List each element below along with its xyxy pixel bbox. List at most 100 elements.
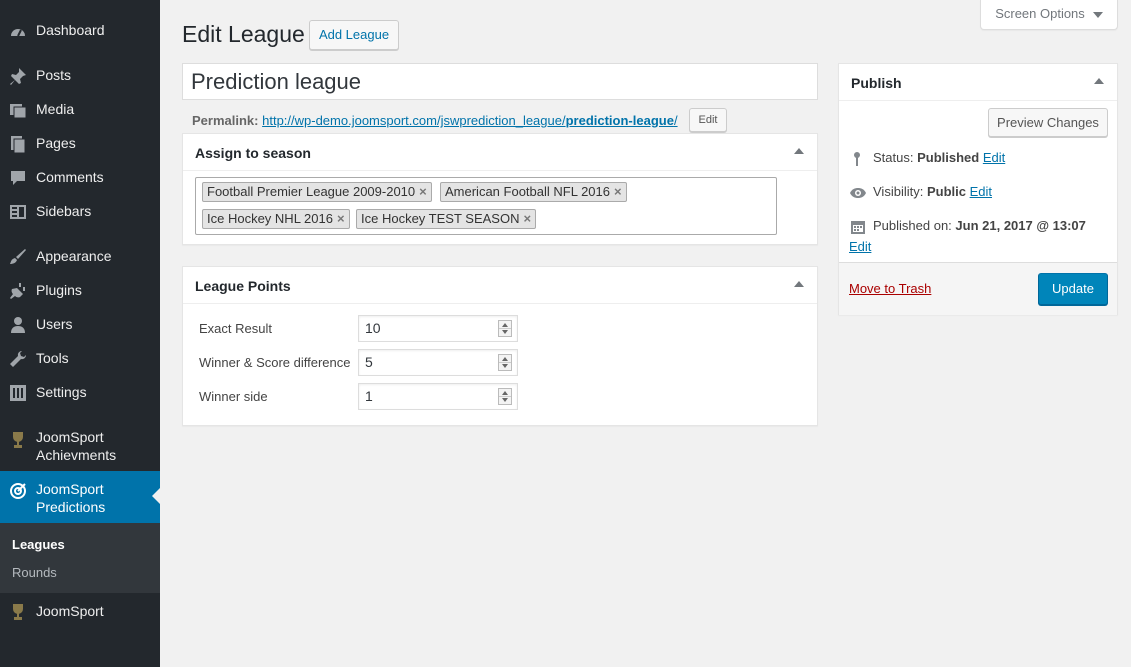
- number-spinner[interactable]: [498, 354, 512, 371]
- menu-pages[interactable]: Pages: [0, 126, 160, 160]
- settings-icon: [10, 385, 26, 401]
- exact-result-input[interactable]: 10: [358, 315, 518, 342]
- pin-icon: [854, 151, 860, 166]
- remove-tag-icon[interactable]: ×: [523, 211, 531, 226]
- menu-users[interactable]: Users: [0, 307, 160, 341]
- box-title: League Points: [195, 278, 291, 294]
- trophy-icon: [13, 604, 23, 620]
- menu-appearance[interactable]: Appearance: [0, 239, 160, 273]
- winner-side-label: Winner side: [199, 389, 268, 404]
- season-tag-label: Ice Hockey NHL 2016: [207, 211, 333, 226]
- status-label: Status:: [873, 150, 914, 165]
- menu-comments[interactable]: Comments: [0, 160, 160, 194]
- menu-sidebars[interactable]: Sidebars: [0, 194, 160, 228]
- score-difference-label: Winner & Score difference: [199, 355, 351, 370]
- menu-posts[interactable]: Posts: [0, 58, 160, 92]
- season-tag: Football Premier League 2009-2010 ×: [202, 182, 432, 202]
- add-league-button[interactable]: Add League: [309, 20, 399, 50]
- menu-label: Sidebars: [36, 203, 92, 219]
- menu-label: Users: [36, 316, 73, 332]
- box-title: Publish: [851, 75, 902, 91]
- menu-label: Tools: [36, 350, 69, 366]
- remove-tag-icon[interactable]: ×: [419, 184, 427, 199]
- permalink-link[interactable]: http://wp-demo.joomsport.com/jswpredicti…: [262, 113, 677, 128]
- menu-joomsport[interactable]: JoomSport: [0, 594, 160, 628]
- dashboard-icon: [11, 29, 25, 37]
- remove-tag-icon[interactable]: ×: [614, 184, 622, 199]
- update-button[interactable]: Update: [1038, 273, 1108, 305]
- visibility-value: Public: [926, 184, 966, 199]
- collapse-arrow-icon[interactable]: [794, 281, 804, 287]
- admin-sidebar: Dashboard Posts Media Pages Comments Sid…: [0, 0, 160, 667]
- comment-icon: [11, 171, 25, 185]
- submenu-leagues[interactable]: Leagues: [12, 537, 65, 552]
- plug-icon: [10, 283, 25, 299]
- menu-label: Settings: [36, 384, 87, 400]
- preview-changes-button[interactable]: Preview Changes: [988, 108, 1108, 137]
- published-on-row: Published on: Jun 21, 2017 @ 13:07: [849, 218, 1086, 235]
- league-title-input[interactable]: [182, 63, 818, 100]
- winner-side-value: 1: [365, 388, 373, 404]
- menu-label: Comments: [36, 169, 104, 185]
- collapse-arrow-icon[interactable]: [794, 148, 804, 154]
- spin-up-icon[interactable]: [502, 323, 508, 327]
- eye-icon: [850, 187, 866, 198]
- spin-down-icon[interactable]: [502, 364, 508, 368]
- pages-icon: [11, 136, 26, 154]
- status-edit-link[interactable]: Edit: [983, 150, 1005, 165]
- menu-label: Pages: [36, 135, 76, 151]
- trophy-icon: [13, 432, 23, 448]
- published-on-label: Published on:: [873, 218, 952, 233]
- menu-label: Posts: [36, 67, 72, 83]
- visibility-edit-link[interactable]: Edit: [970, 184, 992, 199]
- number-spinner[interactable]: [498, 388, 512, 405]
- spin-down-icon[interactable]: [502, 330, 508, 334]
- permalink: Permalink: http://wp-demo.joomsport.com/…: [192, 113, 678, 128]
- wrench-icon: [10, 350, 27, 367]
- league-points-box: League Points Exact Result 10 Winner & S…: [182, 266, 818, 426]
- visibility-label: Visibility:: [873, 184, 924, 199]
- move-to-trash-link[interactable]: Move to Trash: [849, 281, 931, 296]
- permalink-slug: prediction-league: [565, 113, 674, 128]
- spin-up-icon[interactable]: [502, 391, 508, 395]
- menu-dashboard[interactable]: Dashboard: [0, 13, 160, 47]
- box-title: Assign to season: [195, 145, 311, 161]
- published-on-edit-link[interactable]: Edit: [849, 239, 871, 254]
- visibility-row: Visibility: Public Edit: [849, 184, 992, 201]
- menu-label: Media: [36, 101, 75, 117]
- box-header[interactable]: Publish: [839, 64, 1117, 101]
- permalink-edit-button[interactable]: Edit: [689, 108, 727, 132]
- box-header[interactable]: League Points: [183, 267, 817, 304]
- season-multiselect[interactable]: Football Premier League 2009-2010 × Ameri…: [195, 177, 777, 235]
- menu-plugins[interactable]: Plugins: [0, 273, 160, 307]
- brush-icon: [10, 249, 26, 264]
- media-icon: [10, 104, 27, 119]
- menu-joomsport-achievments[interactable]: JoomSport Achievments: [0, 428, 160, 466]
- winner-side-input[interactable]: 1: [358, 383, 518, 410]
- menu-media[interactable]: Media: [0, 92, 160, 126]
- spin-down-icon[interactable]: [502, 398, 508, 402]
- status-row: Status: Published Edit: [849, 150, 1005, 167]
- season-tag-label: Football Premier League 2009-2010: [207, 184, 416, 199]
- screen-options-label: Screen Options: [995, 6, 1085, 21]
- menu-label: Appearance: [36, 248, 112, 264]
- menu-joomsport-predictions[interactable]: JoomSport Predictions: [0, 471, 160, 523]
- menu-tools[interactable]: Tools: [0, 341, 160, 375]
- submenu-rounds[interactable]: Rounds: [12, 565, 57, 580]
- box-header[interactable]: Assign to season: [183, 134, 817, 171]
- spin-up-icon[interactable]: [502, 357, 508, 361]
- collapse-arrow-icon[interactable]: [1094, 78, 1104, 84]
- publish-actions: Move to Trash Update: [839, 262, 1117, 315]
- permalink-base: http://wp-demo.joomsport.com/jswpredicti…: [262, 113, 566, 128]
- remove-tag-icon[interactable]: ×: [337, 211, 345, 226]
- screen-options-button[interactable]: Screen Options: [980, 0, 1118, 30]
- menu-settings[interactable]: Settings: [0, 375, 160, 409]
- score-difference-value: 5: [365, 354, 373, 370]
- pin-icon: [10, 68, 26, 85]
- menu-label: JoomSport: [36, 603, 104, 619]
- score-difference-input[interactable]: 5: [358, 349, 518, 376]
- number-spinner[interactable]: [498, 320, 512, 337]
- season-tag-label: Ice Hockey TEST SEASON: [361, 211, 520, 226]
- target-icon: [10, 483, 26, 499]
- menu-label: JoomSport Achievments: [36, 429, 117, 463]
